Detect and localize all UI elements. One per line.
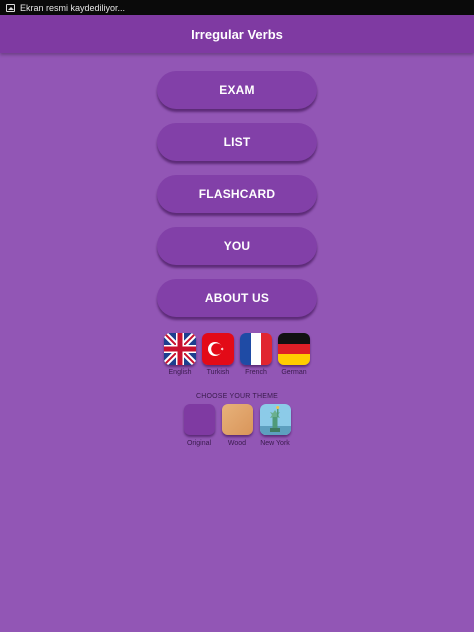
language-label: French bbox=[245, 369, 267, 376]
statue-of-liberty-icon[interactable] bbox=[259, 404, 291, 435]
app-title: Irregular Verbs bbox=[191, 26, 283, 42]
status-bar: Ekran resmi kaydediliyor... bbox=[0, 0, 474, 15]
flashcard-button[interactable]: FLASHCARD bbox=[157, 175, 317, 213]
theme-label: Wood bbox=[227, 440, 247, 447]
language-turkish[interactable]: Turkish bbox=[199, 333, 237, 376]
theme-label: New York bbox=[260, 440, 290, 447]
language-label: Turkish bbox=[206, 369, 230, 376]
language-french[interactable]: French bbox=[237, 333, 275, 376]
uk-flag-icon[interactable] bbox=[164, 333, 196, 365]
language-german[interactable]: German bbox=[275, 333, 313, 376]
theme-label: Original bbox=[186, 440, 212, 447]
wood-theme-swatch[interactable] bbox=[221, 404, 253, 435]
turkey-flag-icon[interactable] bbox=[202, 333, 234, 365]
list-button[interactable]: LIST bbox=[157, 123, 317, 161]
language-english[interactable]: English bbox=[161, 333, 199, 376]
language-label: German bbox=[281, 369, 307, 376]
screenshot-icon bbox=[6, 3, 15, 12]
you-button[interactable]: YOU bbox=[157, 227, 317, 265]
theme-new-york[interactable]: New York bbox=[255, 404, 295, 447]
theme-section-title: CHOOSE YOUR THEME bbox=[195, 393, 279, 400]
germany-flag-icon[interactable] bbox=[278, 333, 310, 365]
language-label: English bbox=[168, 369, 192, 376]
about-us-button[interactable]: ABOUT US bbox=[157, 279, 317, 317]
exam-button[interactable]: EXAM bbox=[157, 71, 317, 109]
theme-original[interactable]: Original bbox=[179, 404, 219, 447]
status-notification-text: Ekran resmi kaydediliyor... bbox=[20, 2, 126, 13]
france-flag-icon[interactable] bbox=[240, 333, 272, 365]
original-theme-swatch[interactable] bbox=[183, 404, 215, 435]
theme-wood[interactable]: Wood bbox=[217, 404, 257, 447]
app-bar: Irregular Verbs bbox=[0, 15, 474, 53]
